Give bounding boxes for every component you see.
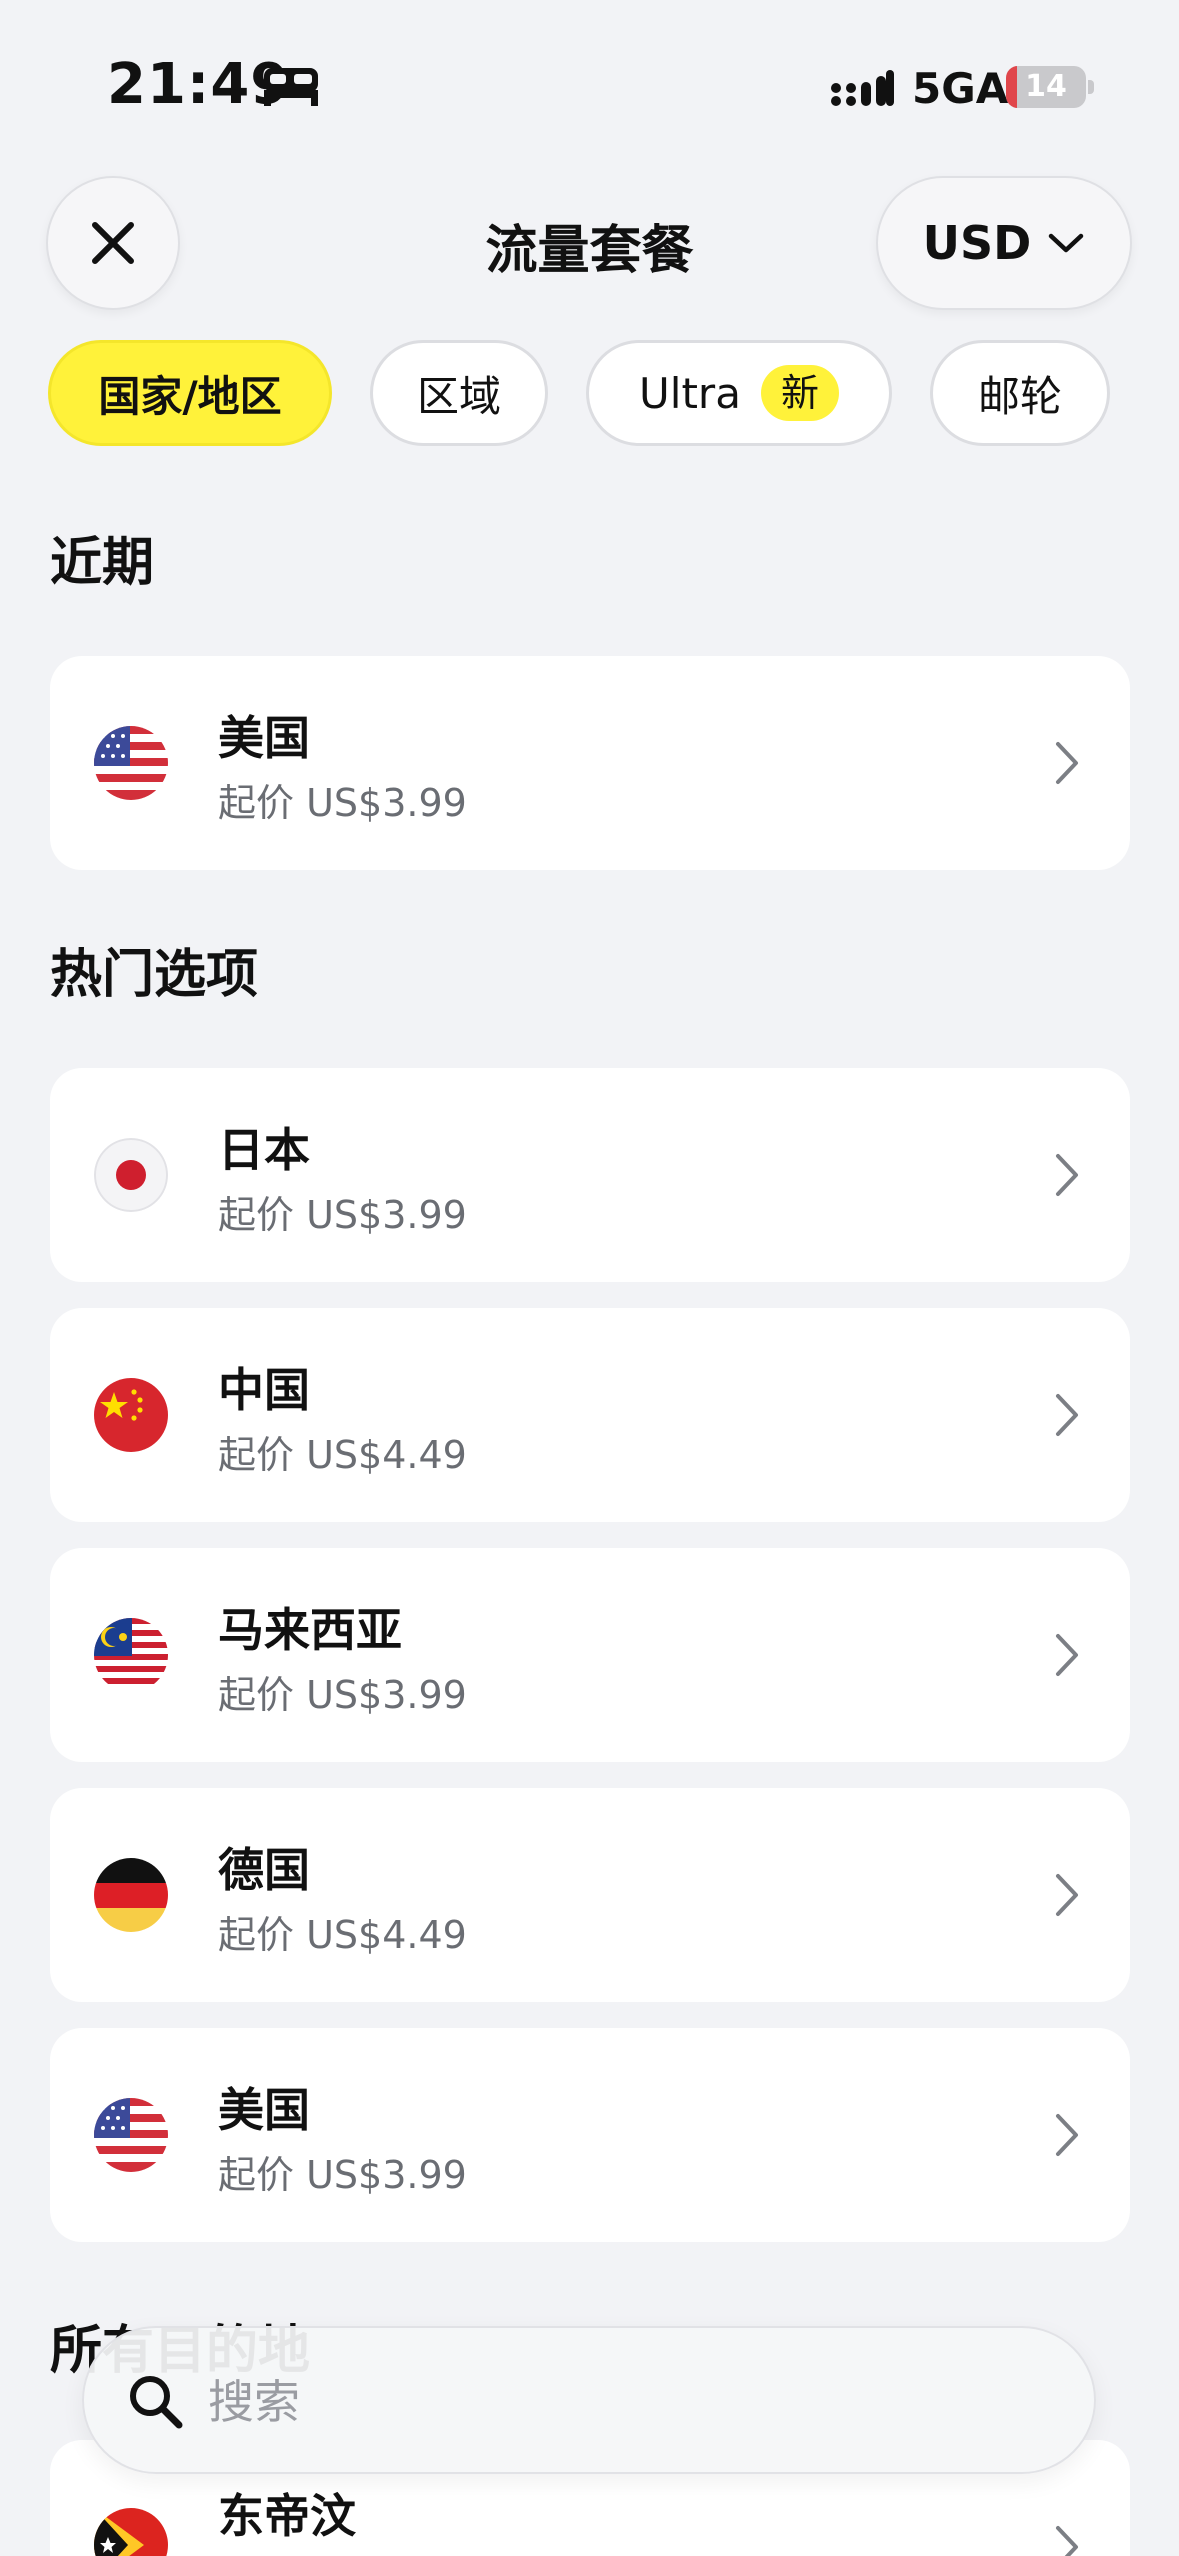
timor-leste-flag-icon — [94, 2508, 168, 2556]
country-name: 德国 — [218, 1843, 310, 1897]
list-item[interactable]: 美国 起价 US$3.99 — [50, 656, 1130, 870]
china-flag-icon — [94, 1378, 168, 1452]
country-price: 起价 US$3.99 — [218, 1673, 467, 1717]
country-name: 东帝汶 — [218, 2489, 356, 2543]
list-item[interactable]: 中国 起价 US$4.49 — [50, 1308, 1130, 1522]
list-item[interactable]: 美国 起价 US$3.99 — [50, 2028, 1130, 2242]
search-input[interactable] — [208, 2370, 1028, 2434]
search-icon — [130, 2376, 183, 2429]
country-price: 起价 US$3.99 — [218, 781, 467, 825]
country-name: 马来西亚 — [218, 1603, 402, 1657]
currency-selector[interactable]: USD — [876, 176, 1132, 310]
chevron-right-icon — [1056, 1394, 1078, 1436]
country-price: 起价 US$3.99 — [218, 1193, 467, 1237]
chevron-right-icon — [1056, 1154, 1078, 1196]
signal-icon — [831, 70, 894, 106]
battery-icon: 14 — [1006, 66, 1094, 108]
chevron-right-icon — [1056, 742, 1078, 784]
malaysia-flag-icon — [94, 1618, 168, 1692]
chevron-right-icon — [1056, 2526, 1078, 2556]
list-item[interactable]: 马来西亚 起价 US$3.99 — [50, 1548, 1130, 1762]
country-name: 中国 — [218, 1363, 310, 1417]
tab-label: Ultra — [639, 368, 741, 418]
country-name: 日本 — [218, 1123, 310, 1177]
new-badge: 新 — [760, 365, 839, 421]
currency-label: USD — [922, 216, 1032, 270]
country-name: 美国 — [218, 711, 310, 765]
chevron-right-icon — [1056, 2114, 1078, 2156]
us-flag-icon — [94, 2098, 168, 2172]
country-price: 起价 US$4.49 — [218, 1433, 467, 1477]
battery-level: 14 — [1025, 69, 1067, 104]
country-price: 起价 US$4.49 — [218, 1913, 467, 1957]
tab-country-region[interactable]: 国家/地区 — [48, 340, 332, 446]
chevron-down-icon — [1049, 233, 1084, 253]
chevron-right-icon — [1056, 1874, 1078, 1916]
tab-ultra[interactable]: Ultra 新 — [586, 340, 892, 446]
country-name: 美国 — [218, 2083, 310, 2137]
network-type: 5GA — [912, 64, 1009, 113]
list-item[interactable]: 日本 起价 US$3.99 — [50, 1068, 1130, 1282]
tab-cruise[interactable]: 邮轮 — [930, 340, 1110, 446]
germany-flag-icon — [94, 1858, 168, 1932]
japan-flag-icon — [94, 1138, 168, 1212]
tab-label: 国家/地区 — [98, 371, 282, 421]
tab-region[interactable]: 区域 — [370, 340, 548, 446]
bed-icon — [264, 68, 318, 106]
tab-label: 邮轮 — [977, 371, 1062, 421]
list-item[interactable]: 德国 起价 US$4.49 — [50, 1788, 1130, 2002]
us-flag-icon — [94, 726, 168, 800]
country-price: 起价 US$3.99 — [218, 2153, 467, 2197]
section-heading-popular: 热门选项 — [50, 945, 259, 1005]
section-heading-recent: 近期 — [50, 533, 155, 593]
status-bar: 21:49 5GA 14 — [0, 0, 1179, 170]
chevron-right-icon — [1056, 1634, 1078, 1676]
search-bar[interactable] — [82, 2326, 1096, 2474]
tab-label: 区域 — [416, 371, 501, 421]
